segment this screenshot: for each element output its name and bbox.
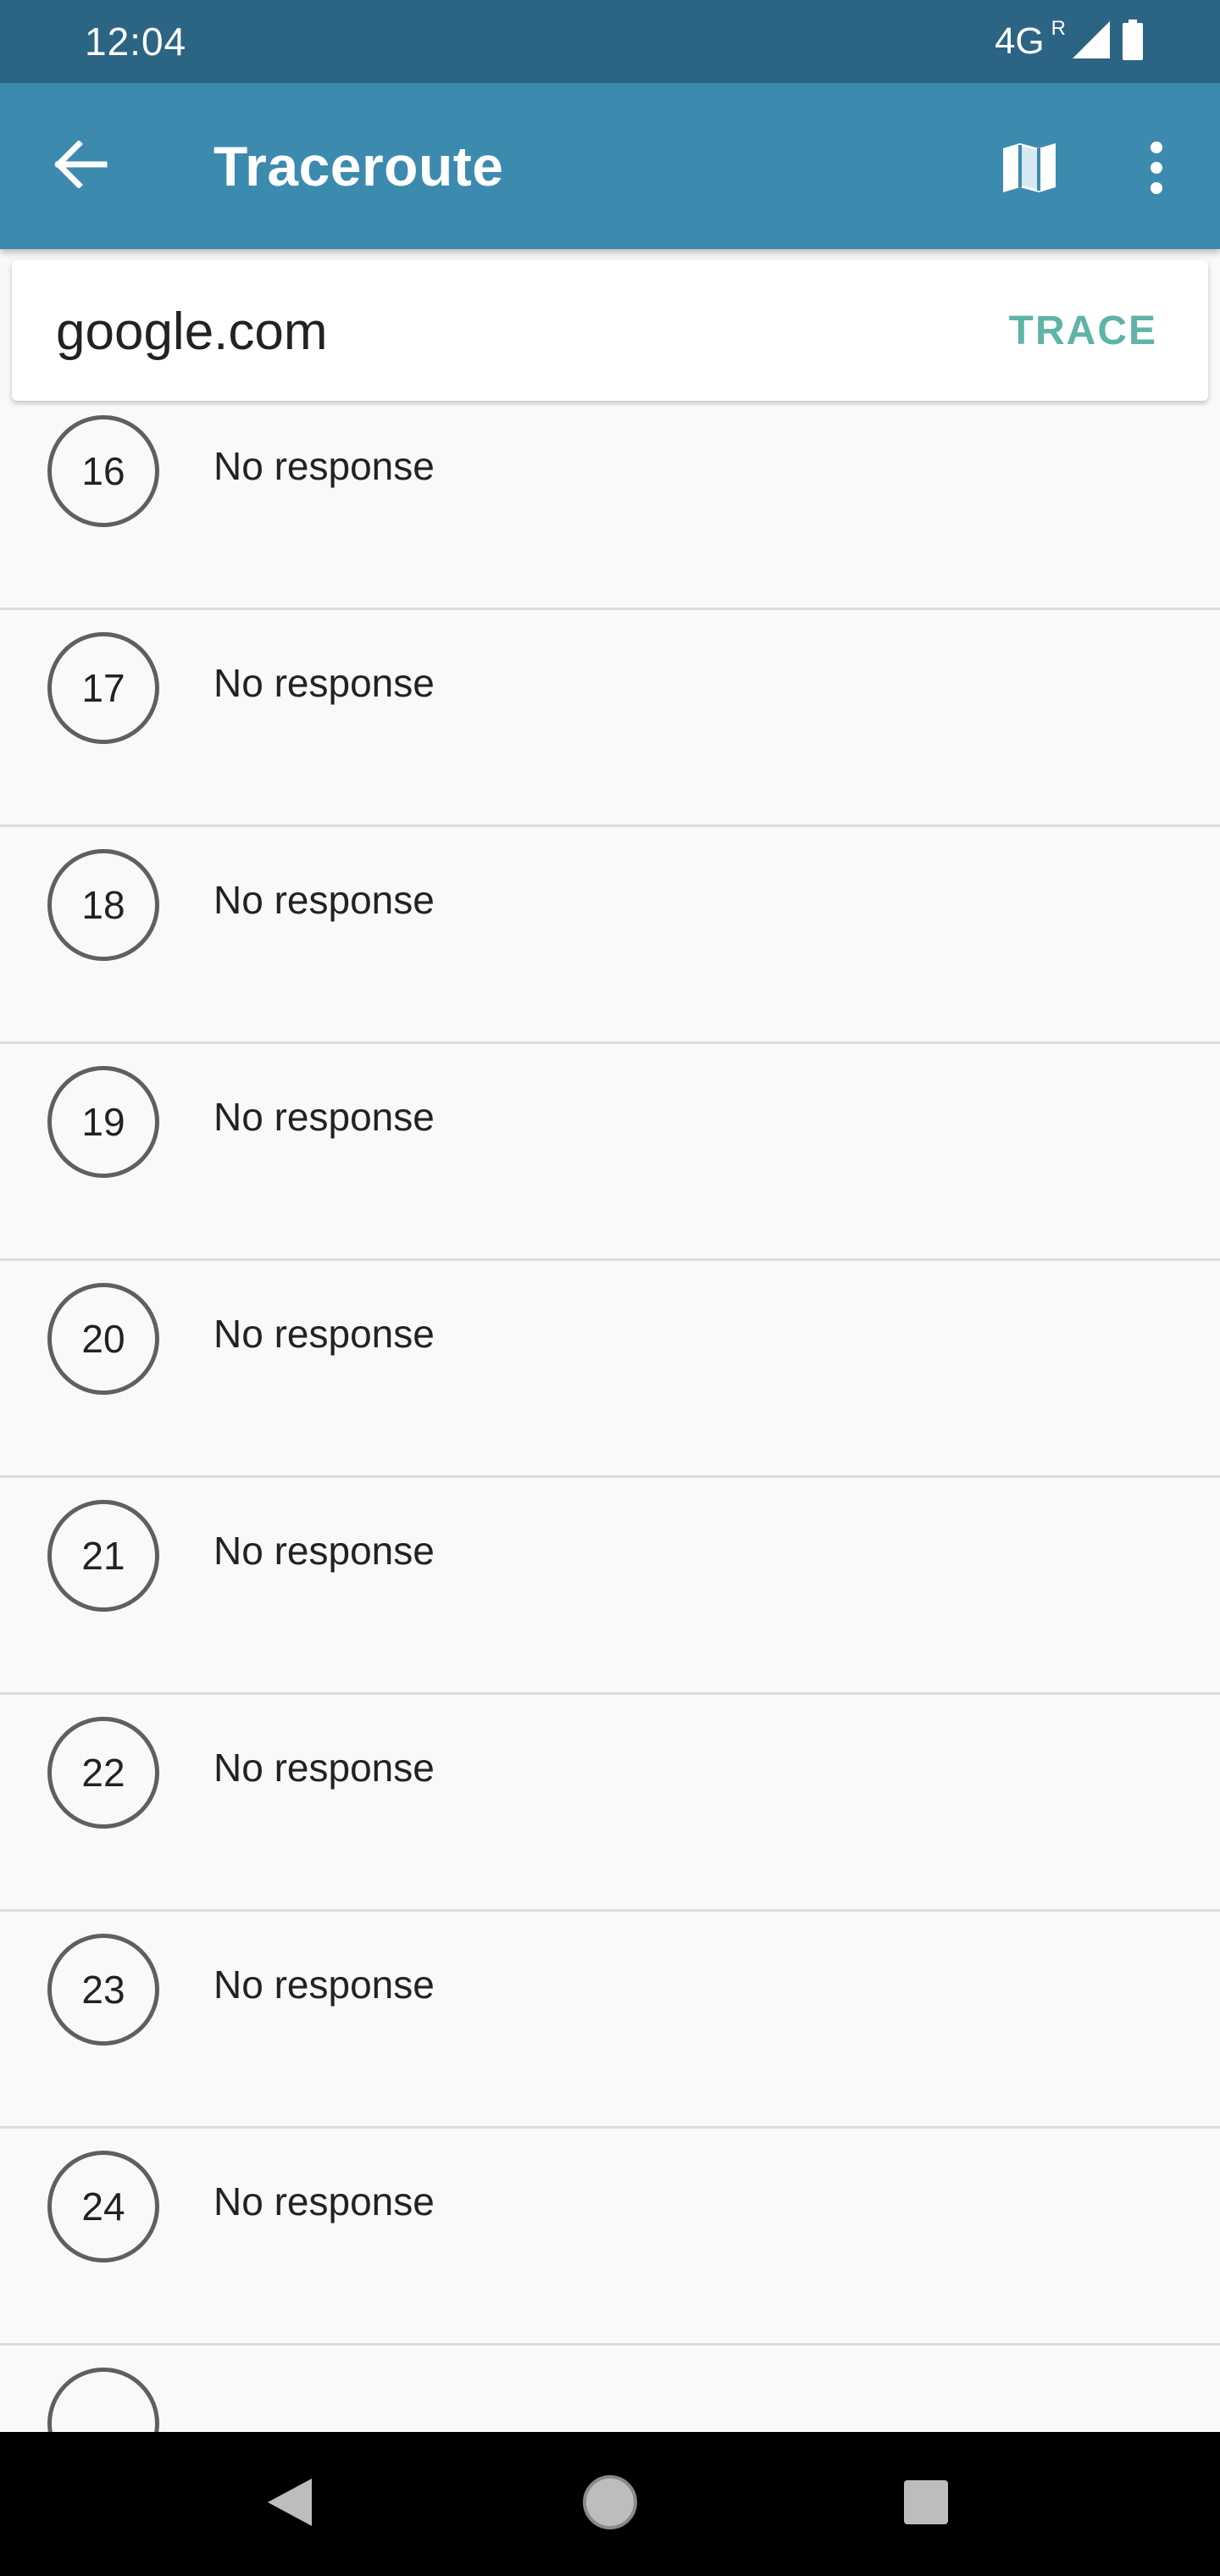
network-type: 4G [994,20,1045,62]
hop-number-badge: 22 [47,1717,159,1829]
status-bar: 12:04 4G R [0,0,1220,83]
hop-number-badge: 16 [47,415,159,527]
more-vert-icon [1148,141,1165,199]
nav-recents-button[interactable] [884,2466,968,2542]
more-options-button[interactable] [1118,136,1195,203]
hop-number-badge: 18 [47,849,159,961]
host-input[interactable] [56,297,903,365]
hop-row[interactable]: 16 No response [0,415,1220,610]
hop-row[interactable]: 22 No response [0,1695,1220,1912]
hop-status: No response [214,1963,435,2007]
home-circle-icon [580,2473,640,2536]
hop-row[interactable]: 19 No response [0,1044,1220,1261]
arrow-left-icon [53,139,108,192]
hop-status: No response [214,661,435,705]
hop-number-badge: 20 [47,1283,159,1395]
status-indicators: 4G R [995,19,1144,64]
nav-home-button[interactable] [568,2466,652,2542]
hop-status: No response [214,1746,435,1790]
signal-icon [1073,20,1110,63]
hop-number-badge: 23 [47,1934,159,2046]
hop-row[interactable]: 24 No response [0,2129,1220,2346]
hop-status: No response [214,1529,435,1573]
hop-status: No response [214,1095,435,1139]
hop-status: No response [214,444,435,488]
map-button[interactable] [991,136,1068,203]
hop-row[interactable] [0,2346,1220,2432]
back-button[interactable] [34,132,127,200]
hop-number-badge: 19 [47,1066,159,1178]
battery-icon [1122,19,1144,64]
roaming-indicator: R [1051,17,1066,40]
recents-square-icon [903,2479,949,2529]
hop-status: No response [214,1312,435,1356]
hop-number-badge: 24 [47,2151,159,2262]
trace-button[interactable]: TRACE [1009,304,1157,358]
hop-row[interactable]: 17 No response [0,610,1220,827]
status-time: 12:04 [85,19,187,64]
hop-row[interactable]: 21 No response [0,1478,1220,1695]
hop-row[interactable]: 23 No response [0,1912,1220,2129]
hop-row[interactable]: 20 No response [0,1261,1220,1478]
nav-back-button[interactable] [247,2466,332,2542]
hop-number-badge [47,2368,159,2432]
hop-list[interactable]: 16 No response 17 No response 18 No response 1… [0,415,1220,2432]
hop-status: No response [214,878,435,922]
hop-row[interactable]: 18 No response [0,827,1220,1044]
hop-number-badge: 21 [47,1500,159,1612]
hop-number-badge: 17 [47,632,159,744]
search-card: TRACE [12,260,1208,401]
map-icon [1001,140,1057,200]
hop-status: No response [214,2179,435,2223]
navigation-bar [0,2432,1220,2576]
back-triangle-icon [266,2477,313,2532]
page-title: Traceroute [214,135,504,197]
app-bar: Traceroute [0,83,1220,249]
